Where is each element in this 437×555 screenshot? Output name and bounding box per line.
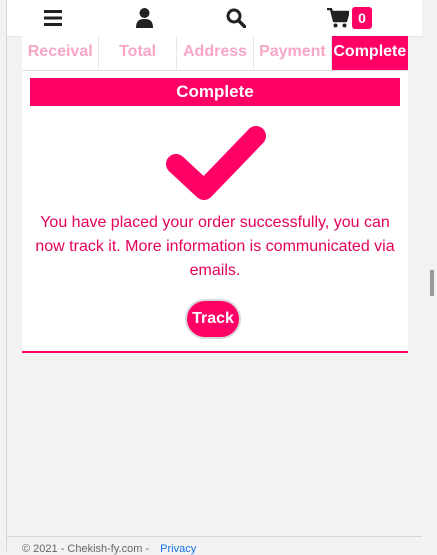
search-button[interactable] bbox=[225, 6, 247, 30]
footer: © 2021 - Chekish-fy.com - Privacy bbox=[22, 543, 196, 555]
step-complete[interactable]: Complete bbox=[331, 36, 409, 70]
menu-button[interactable] bbox=[43, 6, 63, 30]
search-icon bbox=[226, 8, 246, 28]
page-left-border bbox=[6, 0, 7, 551]
checkmark-icon bbox=[166, 126, 266, 200]
success-message: You have placed your order successfully,… bbox=[35, 214, 395, 279]
cart-button[interactable]: 0 bbox=[327, 6, 379, 30]
step-payment[interactable]: Payment bbox=[254, 36, 332, 70]
track-button[interactable]: Track bbox=[185, 299, 241, 339]
section-title: Complete bbox=[30, 78, 400, 106]
copyright-text: © 2021 - Chekish-fy.com - bbox=[22, 543, 150, 555]
cart-count-badge: 0 bbox=[352, 7, 372, 29]
checkout-steps: Receival Total Address Payment Complete bbox=[22, 36, 409, 71]
privacy-link[interactable]: Privacy bbox=[160, 543, 196, 555]
step-address[interactable]: Address bbox=[177, 36, 255, 70]
top-navbar: 0 bbox=[7, 0, 422, 37]
footer-divider bbox=[7, 536, 422, 537]
checkout-panel: Receival Total Address Payment Complete … bbox=[22, 36, 409, 353]
cart-icon bbox=[327, 8, 349, 28]
resize-handle[interactable] bbox=[430, 270, 434, 296]
bars-icon bbox=[44, 10, 62, 26]
user-icon bbox=[135, 8, 153, 28]
account-button[interactable] bbox=[134, 6, 154, 30]
step-total[interactable]: Total bbox=[99, 36, 177, 70]
step-receival[interactable]: Receival bbox=[22, 36, 100, 70]
